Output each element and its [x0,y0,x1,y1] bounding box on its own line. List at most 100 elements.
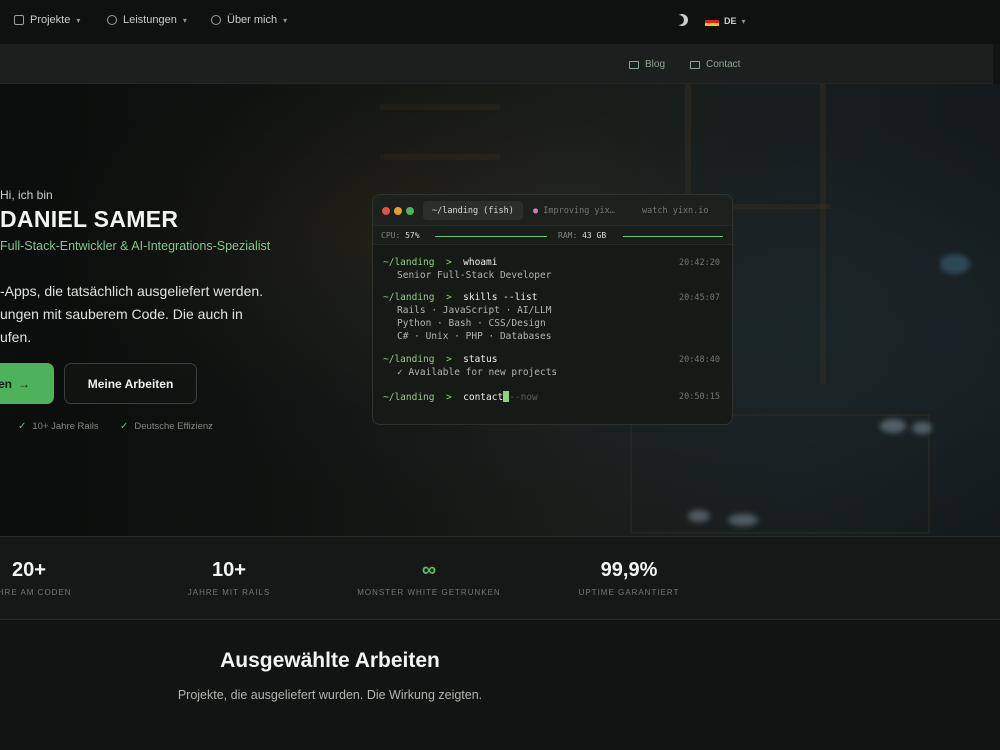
activity-dot-icon: ● [533,206,539,216]
terminal-command-line: ~/landing > skills --list [383,292,537,303]
terminal-window: ~/landing (fish) ● Improving yix… watch … [372,194,733,425]
stat-label: UPTIME GARANTIERT [578,588,680,597]
prompt: ~/landing [383,257,435,268]
stat-item: 99,9% UPTIME GARANTIERT [529,559,729,597]
cpu-sparkline [435,236,547,237]
section-title: Ausgewählte Arbeiten [220,649,440,672]
prompt: ~/landing [383,292,435,303]
stat-value: 10+ [212,559,246,581]
check-label: Deutsche Effizienz [134,421,213,432]
stat-value: ∞ [421,559,437,581]
tagline-line: -Apps, die tatsächlich ausgeliefert werd… [0,283,264,299]
hero-name: DANIEL SAMER [0,206,179,232]
user-icon [211,15,221,25]
terminal-titlebar: ~/landing (fish) ● Improving yix… watch … [373,195,732,225]
cpu-value: 57% [405,231,420,240]
terminal-command-line: ~/landing > status [383,354,497,365]
command: status [463,354,498,365]
blog-link[interactable]: Blog [629,59,665,70]
close-dot-icon[interactable] [382,207,390,215]
secondary-nav: Blog Contact [0,44,993,84]
my-work-button[interactable]: Meine Arbeiten [64,363,197,404]
contact-label: Contact [706,59,741,70]
hero-role: Full-Stack-Entwickler & AI-Integrations-… [0,239,271,253]
moon-icon[interactable] [676,14,688,26]
prompt-arrow: > [445,292,452,303]
ram-stat: RAM: 43 GB [558,231,606,240]
prompt-arrow: > [445,354,452,365]
nav-item-label: Leistungen [123,14,177,26]
tagline-line: ufen. [0,329,32,345]
prompt-arrow: > [445,392,452,403]
blog-icon [629,60,639,69]
stat-label: MONSTER WHITE GETRUNKEN [357,588,501,597]
terminal-tab[interactable]: watch yixn.io [642,206,709,216]
primary-cta-label: en [0,376,12,391]
terminal-tab[interactable]: ● Improving yix… [533,206,615,216]
contact-link[interactable]: Contact [690,59,740,70]
stat-item: 20+ JAHRE AM CODEN [0,559,129,597]
stat-item: ∞ MONSTER WHITE GETRUNKEN [329,559,529,597]
terminal-output: Rails · JavaScript · AI/LLM [397,305,552,316]
ram-sparkline [623,236,723,237]
terminal-output: ✓ Available for new projects [397,367,558,378]
terminal-command-line: ~/landing > whoami [383,257,497,268]
section-subtitle: Projekte, die ausgeliefert wurden. Die W… [177,688,483,702]
check-item: ✓ 10+ Jahre Rails [18,421,99,432]
top-nav: Projekte ▾ Leistungen ▾ Über mich ▾ DE ▾ [0,0,1000,44]
stat-value: 20+ [12,559,46,581]
command: skills --list [463,292,538,303]
terminal-stats: CPU: 57% RAM: 43 GB [373,225,732,245]
terminal-command-line: ~/landing > contact --now [383,391,538,403]
terminal-tab-active[interactable]: ~/landing (fish) [423,201,523,220]
mail-icon [690,60,700,69]
chevron-down-icon: ▾ [283,15,288,25]
language-switcher[interactable]: DE ▾ [705,16,746,26]
check-label: 10+ Jahre Rails [32,421,99,432]
german-flag-icon [705,16,719,26]
cpu-stat: CPU: 57% [381,231,420,240]
command: contact [463,392,504,403]
hero-section: Hi, ich bin DANIEL SAMER Full-Stack-Entw… [0,84,1000,536]
language-label: DE [724,16,737,26]
timestamp: 20:50:15 [679,392,720,402]
terminal-output: Python · Bash · CSS/Design [397,318,546,329]
page: Projekte ▾ Leistungen ▾ Über mich ▾ DE ▾… [0,0,1000,750]
blog-label: Blog [645,59,666,70]
autocomplete-suggestion: --now [509,392,538,403]
stat-item: 10+ JAHRE MIT RAILS [129,559,329,597]
nav-item-ueber-mich[interactable]: Über mich ▾ [211,14,287,26]
nav-item-label: Über mich [227,14,278,26]
stats-section: 20+ JAHRE AM CODEN 10+ JAHRE MIT RAILS ∞… [0,536,1000,620]
ram-label: RAM: [558,231,578,240]
check-item: ✓ Deutsche Effizienz [120,421,213,432]
hero-tagline: -Apps, die tatsächlich ausgeliefert werd… [0,280,330,349]
nav-item-projekte[interactable]: Projekte ▾ [14,14,80,26]
nav-item-leistungen[interactable]: Leistungen ▾ [107,14,187,26]
prompt-arrow: > [445,257,452,268]
primary-cta-button[interactable]: en → [0,363,54,404]
maximize-dot-icon[interactable] [406,207,414,215]
terminal-output: C# · Unix · PHP · Databases [397,331,552,342]
minimize-dot-icon[interactable] [394,207,402,215]
timestamp: 20:48:40 [679,355,720,365]
check-icon: ✓ [18,421,27,432]
terminal-output: Senior Full-Stack Developer [397,270,552,281]
terminal-tab-label: Improving yix… [543,206,615,216]
cpu-label: CPU: [381,231,401,240]
arrow-right-icon: → [18,376,30,391]
chevron-down-icon: ▾ [182,15,187,25]
prompt: ~/landing [383,354,435,365]
folder-icon [14,15,24,25]
command: whoami [463,257,498,268]
timestamp: 20:45:07 [679,293,720,303]
tagline-line: ungen mit sauberem Code. Die auch in [0,306,243,322]
stat-label: JAHRE AM CODEN [0,588,72,597]
ram-value: 43 GB [582,231,607,240]
chevron-down-icon: ▾ [76,15,81,25]
stat-value: 99,9% [600,559,658,581]
hero-greeting: Hi, ich bin [0,188,53,202]
check-icon: ✓ [120,421,129,432]
gear-icon [107,15,117,25]
timestamp: 20:42:20 [679,258,720,268]
